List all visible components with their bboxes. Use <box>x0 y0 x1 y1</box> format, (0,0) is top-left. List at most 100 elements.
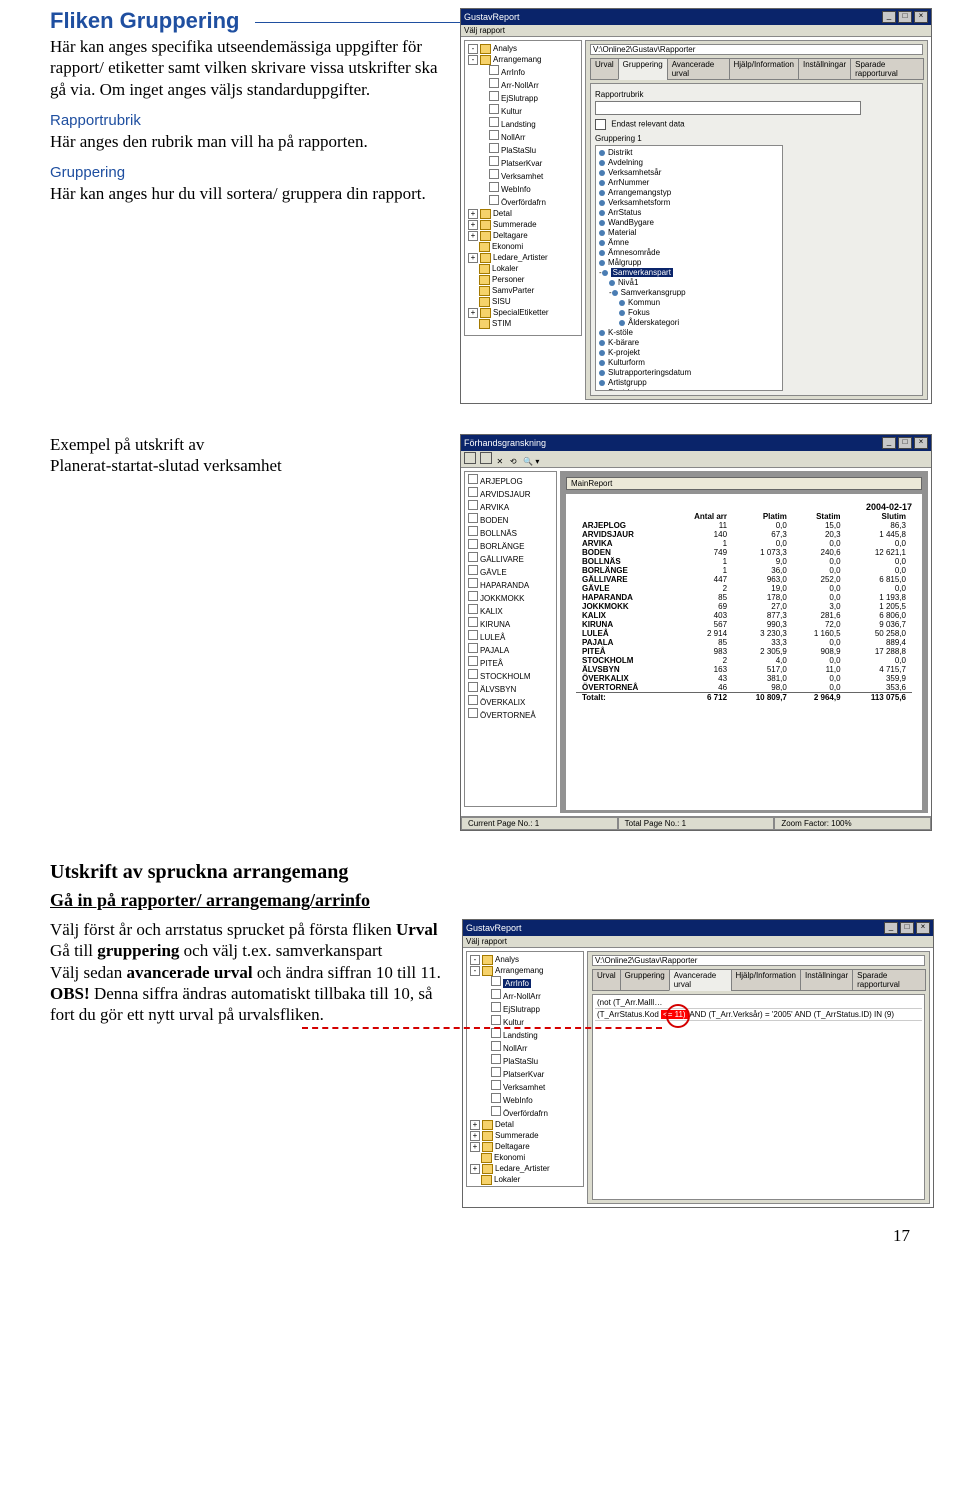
tree-item[interactable]: Överfördafrn <box>470 1106 580 1119</box>
tree-item[interactable]: -Analys <box>470 954 580 965</box>
group-item[interactable]: ArrStatus <box>599 208 779 218</box>
preview-side-item[interactable]: GÄVLE <box>468 565 553 578</box>
tab-gruppering[interactable]: Gruppering <box>620 969 670 991</box>
advanced-grid[interactable]: (not (T_Arr.MallI… (T_ArrStatus.Kod <= 1… <box>592 994 925 1200</box>
tab-urval[interactable]: Urval <box>592 969 621 991</box>
tree-item[interactable]: PlatserKvar <box>468 156 578 169</box>
close-icon[interactable]: × <box>914 437 928 449</box>
tree-item[interactable]: Överfördafrn <box>468 195 578 208</box>
tab-inst-llningar[interactable]: Inställningar <box>800 969 853 991</box>
tree-item[interactable]: +DetaI <box>468 208 578 219</box>
tree-item[interactable]: Personer <box>470 1185 580 1187</box>
close-icon[interactable]: × <box>914 11 928 23</box>
tab-sparade-rapporturval[interactable]: Sparade rapporturval <box>852 969 926 991</box>
tree-item[interactable]: PlaStaSlu <box>470 1054 580 1067</box>
group-item[interactable]: ArrNummer <box>599 178 779 188</box>
group-item[interactable]: K-stöle <box>599 328 779 338</box>
preview-side-item[interactable]: GÄLLIVARE <box>468 552 553 565</box>
tree-item[interactable]: -Arrangemang <box>470 965 580 976</box>
group-item[interactable]: Slutrapporteringsdatum <box>599 368 779 378</box>
preview-side-item[interactable]: ÖVERTORNEÅ <box>468 708 553 721</box>
tree-item[interactable]: +Deltagare <box>470 1141 580 1152</box>
preview-side-item[interactable]: ÖVERKALIX <box>468 695 553 708</box>
tab-gruppering[interactable]: Gruppering <box>618 58 668 80</box>
tree-item[interactable]: +DetaI <box>470 1119 580 1130</box>
tree-item[interactable]: -Analys <box>468 43 578 54</box>
group-item[interactable]: Målgrupp <box>599 258 779 268</box>
preview-side-item[interactable]: BOLLNÄS <box>468 526 553 539</box>
group-item[interactable]: Material <box>599 228 779 238</box>
preview-side-item[interactable]: JOKKMOKK <box>468 591 553 604</box>
tree-item[interactable]: Verksamhet <box>468 169 578 182</box>
group-item[interactable]: K-bärare <box>599 338 779 348</box>
tree-item[interactable]: +SpecialEtiketter <box>468 307 578 318</box>
tree-item[interactable]: Ekonomi <box>470 1152 580 1163</box>
group-item[interactable]: K-projekt <box>599 348 779 358</box>
max-icon[interactable]: □ <box>900 922 914 934</box>
tree-item[interactable]: SamvParter <box>468 285 578 296</box>
group-item[interactable]: Ämnesområde <box>599 248 779 258</box>
tree-item[interactable]: EjSlutrapp <box>470 1002 580 1015</box>
tab-urval[interactable]: Urval <box>590 58 619 80</box>
tree-item[interactable]: ArrInfo <box>468 65 578 78</box>
preview-side-item[interactable]: ARJEPLOG <box>468 474 553 487</box>
max-icon[interactable]: □ <box>898 437 912 449</box>
group-item[interactable]: WandBygare <box>599 218 779 228</box>
tab-avancerade-urval[interactable]: Avancerade urval <box>667 58 730 80</box>
preview-side-item[interactable]: KIRUNA <box>468 617 553 630</box>
min-icon[interactable]: _ <box>884 922 898 934</box>
max-icon[interactable]: □ <box>898 11 912 23</box>
tree-item[interactable]: Lokaler <box>468 263 578 274</box>
tree-item[interactable]: +Ledare_Artister <box>468 252 578 263</box>
tree-item[interactable]: +Ledare_Artister <box>470 1163 580 1174</box>
group-item[interactable]: Verksamhetsform <box>599 198 779 208</box>
group-item[interactable]: Avdelning <box>599 158 779 168</box>
grid-row[interactable]: (T_ArrStatus.Kod <= 11) AND (T_Arr.Verks… <box>595 1009 922 1021</box>
preview-side-item[interactable]: ARVIKA <box>468 500 553 513</box>
grid-row[interactable]: (not (T_Arr.MallI… <box>595 997 922 1009</box>
tree-item[interactable]: +Summerade <box>470 1130 580 1141</box>
group-item[interactable]: Arrangemangstyp <box>599 188 779 198</box>
group-item[interactable]: Artistgrupp <box>599 378 779 388</box>
tree-item[interactable]: Kultur <box>468 104 578 117</box>
tree-item[interactable]: NollArr <box>468 130 578 143</box>
tree-item[interactable]: EjSlutrapp <box>468 91 578 104</box>
group-item[interactable]: Startdatum <box>599 388 779 391</box>
preview-side-item[interactable]: PAJALA <box>468 643 553 656</box>
tab-hj-lp-information[interactable]: Hjälp/Information <box>729 58 799 80</box>
group-item[interactable]: Ålderskategori <box>599 318 779 328</box>
tree-item[interactable]: STIM <box>468 318 578 329</box>
report-tree[interactable]: -Analys-ArrangemangArrInfoArr-NollArrEjS… <box>464 40 582 336</box>
preview-side-item[interactable]: BODEN <box>468 513 553 526</box>
group-item[interactable]: -Samverkanspart <box>599 268 779 278</box>
grouping-tree[interactable]: DistriktAvdelningVerksamhetsårArrNummerA… <box>595 145 783 391</box>
group-item[interactable]: Distrikt <box>599 148 779 158</box>
group-item[interactable]: Kommun <box>599 298 779 308</box>
tree-item[interactable]: Landsting <box>470 1028 580 1041</box>
tree-item[interactable]: NollArr <box>470 1041 580 1054</box>
group-item[interactable]: Verksamhetsår <box>599 168 779 178</box>
tree-item[interactable]: PlatserKvar <box>470 1067 580 1080</box>
report-tree[interactable]: -Analys-ArrangemangArrInfoArr-NollArrEjS… <box>466 951 584 1187</box>
tab-sparade-rapporturval[interactable]: Sparade rapporturval <box>850 58 924 80</box>
tree-item[interactable]: +Summerade <box>468 219 578 230</box>
preview-side-item[interactable]: KALIX <box>468 604 553 617</box>
tree-item[interactable]: Personer <box>468 274 578 285</box>
tree-item[interactable]: Lokaler <box>470 1174 580 1185</box>
group-item[interactable]: Fokus <box>599 308 779 318</box>
tree-item[interactable]: ArrInfo <box>470 976 580 989</box>
min-icon[interactable]: _ <box>882 11 896 23</box>
checkbox-endast[interactable] <box>595 119 606 130</box>
tree-item[interactable]: Ekonomi <box>468 241 578 252</box>
tab-inst-llningar[interactable]: Inställningar <box>798 58 851 80</box>
input-rapportrubrik[interactable] <box>595 101 861 115</box>
preview-sidebar[interactable]: ARJEPLOGARVIDSJAURARVIKABODENBOLLNÄSBORL… <box>464 471 557 807</box>
preview-side-item[interactable]: LULEÅ <box>468 630 553 643</box>
preview-side-item[interactable]: ARVIDSJAUR <box>468 487 553 500</box>
tab-hj-lp-information[interactable]: Hjälp/Information <box>731 969 801 991</box>
tree-item[interactable]: WebInfo <box>470 1093 580 1106</box>
close-icon[interactable]: × <box>916 922 930 934</box>
tree-item[interactable]: Verksamhet <box>470 1080 580 1093</box>
tree-item[interactable]: PlaStaSlu <box>468 143 578 156</box>
min-icon[interactable]: _ <box>882 437 896 449</box>
